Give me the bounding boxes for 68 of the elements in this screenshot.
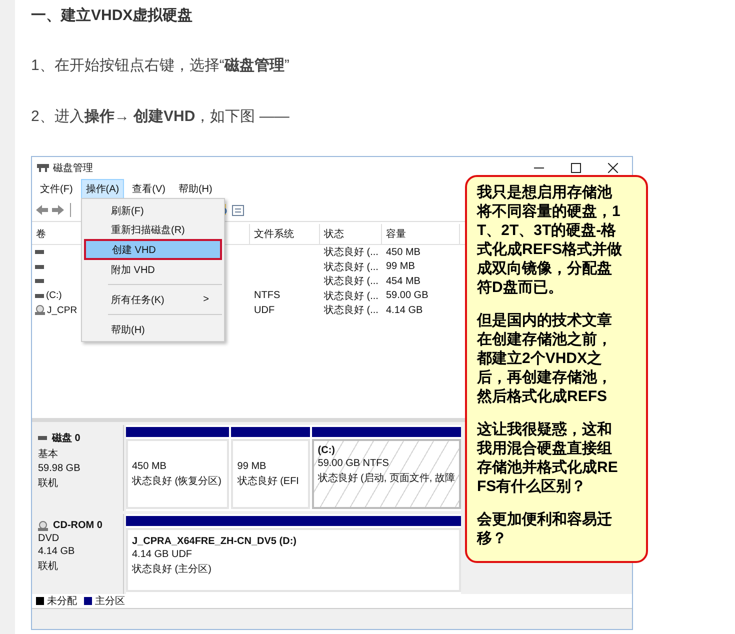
menu-item[interactable]: 操作(A) [80, 179, 124, 199]
table-cell: 99 MB [386, 261, 415, 272]
disk-name: CD-ROM 0 [53, 520, 102, 531]
partition-info: 状态良好 (主分区) [132, 562, 212, 576]
column-header[interactable]: 状态 [320, 224, 382, 244]
cd-drive-icon [38, 520, 48, 530]
drive-icon [35, 279, 44, 284]
menu-item[interactable]: 帮助(H) [173, 179, 218, 199]
menu-item[interactable]: 重新扫描磁盘(R) [84, 220, 222, 239]
partition-info: 450 MB [132, 460, 168, 472]
partition-info: 状态良好 (启动, 页面文件, 故障 [318, 472, 455, 485]
disk-icon [37, 163, 49, 173]
step-text: 1、在开始按钮点右键，选择“磁盘管理” [31, 56, 290, 76]
table-cell-text: 状态良好 (... [324, 274, 378, 288]
table-cell: 4.14 GB [386, 304, 423, 316]
note-paragraph: 但是国内的技术文章在创建存储池之前，都建立2个VHDX之后，再创建存储池，然后格式化成REFS [477, 311, 613, 406]
partition-info: 59.00 GB NTFS [318, 458, 390, 469]
partition-title: (C:) [318, 445, 336, 456]
menu-item[interactable]: 刷新(F) [84, 201, 222, 220]
partition-info: 4.14 GB UDF [132, 549, 194, 560]
table-cell: NTFS [254, 290, 280, 302]
table-cell: J_CPR [47, 304, 78, 316]
drive-icon [35, 264, 44, 269]
column-header[interactable]: 文件系统 [250, 224, 320, 244]
disk-state: 联机 [38, 560, 59, 573]
close-icon[interactable] [608, 163, 618, 173]
drive-icon [35, 294, 44, 298]
drive-icon [38, 436, 47, 440]
legend-label: 主分区 [95, 594, 125, 608]
note-paragraph: 我只是想启用存储池将不同容量的硬盘，1T、2T、3T的硬盘-格式化成REFS格式并做成双向镜像，分配盘符D盘而已。 [477, 183, 624, 297]
disk-type: DVD [38, 533, 60, 544]
column-header[interactable]: 容量 [382, 224, 460, 244]
partition-info: 99 MB [237, 460, 268, 472]
partition-info: 状态良好 (EFI [237, 474, 300, 488]
note-paragraph: 这让我很疑惑，这和我用混合硬盘直接组存储池并格式化成REFS有什么区别？ [477, 420, 619, 496]
forward-icon[interactable] [52, 205, 64, 215]
table-cell: 454 MB [386, 276, 420, 287]
table-cell: 450 MB [386, 246, 420, 258]
table-cell: 59.00 GB [386, 290, 428, 302]
window-title: 磁盘管理 [53, 162, 93, 175]
table-cell-text: 状态良好 (... [324, 290, 378, 303]
maximize-icon[interactable] [571, 163, 581, 173]
partition-title: J_CPRA_X64FRE_ZH-CN_DV5 (D:) [132, 536, 298, 547]
table-cell-text: 状态良好 (... [324, 304, 378, 318]
disk-name: 磁盘 0 [52, 432, 80, 445]
table-cell-text: 状态良好 (... [324, 246, 378, 260]
partition-info: 状态良好 (恢复分区) [132, 474, 222, 488]
menu-item[interactable]: 创建 VHD [84, 239, 222, 260]
menu-item[interactable]: 附加 VHD [84, 260, 222, 279]
menu-item[interactable]: 所有任务(K) > [84, 290, 222, 309]
menu-item[interactable]: 查看(V) [127, 179, 170, 199]
table-cell: UDF [254, 304, 275, 316]
section-heading: 一、建立VHDX虚拟硬盘 [31, 6, 194, 26]
menu-item[interactable]: 帮助(H) [84, 320, 222, 339]
disk-size: 4.14 GB [38, 546, 76, 557]
disk-type: 基本 [38, 448, 59, 461]
disk-size: 59.98 GB [38, 463, 82, 474]
back-icon[interactable] [36, 205, 48, 215]
disk-state: 联机 [38, 476, 59, 490]
table-cell-text: 状态良好 (... [324, 260, 378, 274]
table-cell: (C:) [46, 290, 62, 302]
cd-drive-icon [35, 305, 45, 316]
menu-item[interactable]: 文件(F) [35, 179, 78, 199]
properties-icon[interactable] [232, 204, 244, 216]
legend-label: 未分配 [47, 594, 77, 608]
drive-icon [35, 250, 44, 254]
step-text: 2、进入操作→ 创建VHD，如下图 —— [31, 107, 290, 127]
note-paragraph: 会更加便利和容易迁移？ [477, 510, 613, 548]
